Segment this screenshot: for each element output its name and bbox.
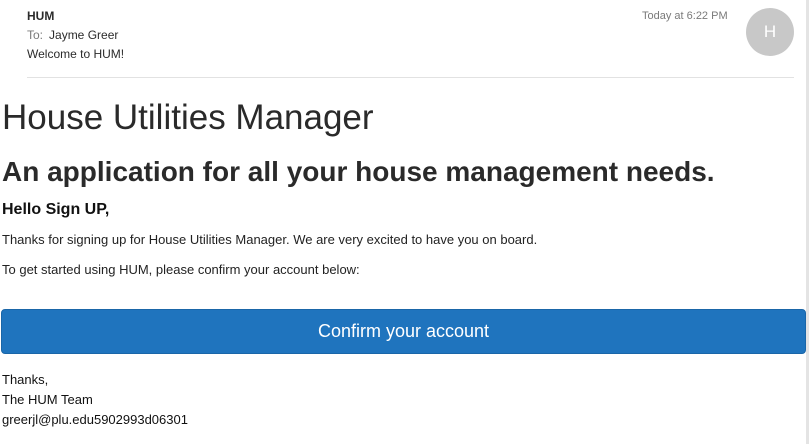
greeting: Hello Sign UP, (2, 201, 110, 218)
app-title: House Utilities Manager (2, 98, 374, 137)
footer-code: greerjl@plu.edu5902993d06301 (2, 412, 188, 427)
header-divider (27, 77, 794, 78)
recipient-line: To: Jayme Greer (27, 28, 118, 42)
email-timestamp: Today at 6:22 PM (642, 10, 728, 22)
signature: The HUM Team (2, 392, 93, 407)
sender-avatar: H (746, 8, 794, 56)
instruction-paragraph: To get started using HUM, please confirm… (2, 262, 360, 277)
signoff: Thanks, (2, 372, 49, 387)
email-subject: Welcome to HUM! (27, 47, 125, 61)
confirm-account-button[interactable]: Confirm your account (1, 309, 806, 354)
welcome-paragraph: Thanks for signing up for House Utilitie… (2, 232, 538, 247)
sender-name[interactable]: HUM (27, 9, 54, 23)
to-label: To: (27, 28, 44, 42)
app-tagline: An application for all your house manage… (2, 156, 715, 187)
recipient-name[interactable]: Jayme Greer (49, 28, 118, 42)
email-header: HUM To: Jayme Greer Welcome to HUM! Today… (0, 0, 794, 78)
email-viewer: HUM To: Jayme Greer Welcome to HUM! Today… (0, 0, 809, 444)
